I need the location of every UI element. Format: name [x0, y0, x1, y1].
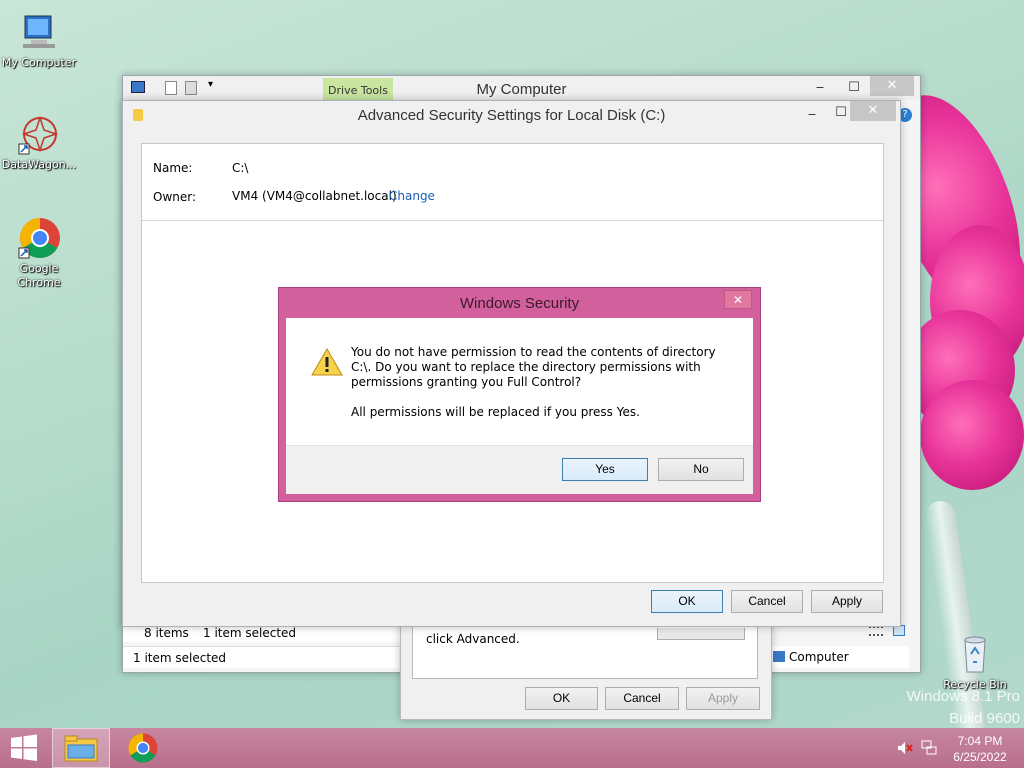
status-item-count: 8 items [144, 626, 189, 640]
close-button[interactable]: ✕ [850, 101, 896, 121]
clock-date[interactable]: 6/25/2022 [948, 750, 1012, 764]
desktop-icon-my-computer[interactable]: My Computer [0, 10, 78, 70]
taskbar-file-explorer[interactable] [52, 728, 110, 768]
dialog-body: You do not have permission to read the c… [286, 318, 753, 494]
windows-watermark: Windows 8.1 Pro Build 9600 [880, 686, 1020, 730]
desktop-icon-google-chrome[interactable]: Google Chrome [0, 216, 78, 290]
details-selection-text: 1 item selected [133, 651, 227, 665]
name-label: Name: [153, 161, 193, 175]
explorer-titlebar: ▾ Drive Tools My Computer ‒ ☐ ✕ [123, 76, 920, 100]
folder-icon [64, 735, 98, 762]
windows-logo-icon [11, 734, 37, 761]
advanced-button[interactable] [657, 628, 745, 640]
desktop-icon-label: My Computer [1, 56, 77, 69]
yes-button[interactable]: Yes [562, 458, 648, 481]
start-button[interactable] [0, 728, 48, 768]
advanced-cancel-button[interactable]: Cancel [731, 590, 803, 613]
advanced-apply-button[interactable]: Apply [811, 590, 883, 613]
dialog-close-button[interactable]: ✕ [724, 290, 752, 309]
watermark-build: Build 9600 [949, 710, 1020, 727]
details-pane-status: 1 item selected [123, 646, 399, 668]
advanced-ok-button[interactable]: OK [651, 590, 723, 613]
nav-computer-item[interactable]: Computer [769, 646, 909, 668]
computer-icon [17, 10, 61, 54]
change-owner-link[interactable]: Change [389, 189, 435, 203]
advanced-titlebar: Advanced Security Settings for Local Dis… [123, 101, 900, 129]
watermark-edition: Windows 8.1 Pro [906, 688, 1020, 705]
properties-ok-button[interactable]: OK [525, 687, 598, 710]
desktop-icon-label: Google Chrome [17, 262, 61, 289]
details-view-icon[interactable] [869, 626, 883, 636]
divider [142, 220, 883, 221]
warning-icon [311, 347, 343, 376]
chrome-icon [128, 733, 158, 763]
dialog-title: Windows Security [459, 295, 580, 312]
desktop-icon-datawagon[interactable]: DataWagon... [0, 112, 78, 172]
nav-computer-label: Computer [789, 650, 849, 664]
owner-label: Owner: [153, 190, 197, 204]
status-selection: 1 item selected [203, 626, 297, 640]
name-value: C:\ [232, 161, 249, 175]
clock-time[interactable]: 7:04 PM [948, 734, 1012, 748]
properties-hint-text: click Advanced. [426, 632, 520, 646]
owner-value: VM4 (VM4@collabnet.local) [232, 189, 397, 203]
desktop-icon-recycle-bin[interactable]: Recycle Bin [936, 632, 1014, 692]
recycle-bin-icon [953, 632, 997, 676]
properties-cancel-button[interactable]: Cancel [605, 687, 679, 710]
volume-muted-icon[interactable] [897, 741, 913, 755]
computer-small-icon [773, 651, 785, 662]
no-button[interactable]: No [658, 458, 744, 481]
taskbar: 7:04 PM 6/25/2022 [0, 728, 1024, 768]
datawagon-icon [17, 112, 61, 156]
properties-apply-button[interactable]: Apply [686, 687, 760, 710]
dialog-note: All permissions will be replaced if you … [351, 405, 640, 419]
dialog-message: You do not have permission to read the c… [351, 345, 716, 389]
network-icon[interactable] [921, 740, 937, 756]
advanced-title: Advanced Security Settings for Local Dis… [357, 107, 666, 124]
chrome-icon [17, 216, 61, 260]
desktop-icon-label: DataWagon... [1, 158, 77, 171]
close-button[interactable]: ✕ [870, 76, 914, 96]
taskbar-chrome[interactable] [118, 728, 168, 768]
windows-security-dialog: Windows Security ✕ You do not have permi… [278, 287, 761, 502]
maximize-button[interactable]: ☐ [834, 78, 874, 98]
